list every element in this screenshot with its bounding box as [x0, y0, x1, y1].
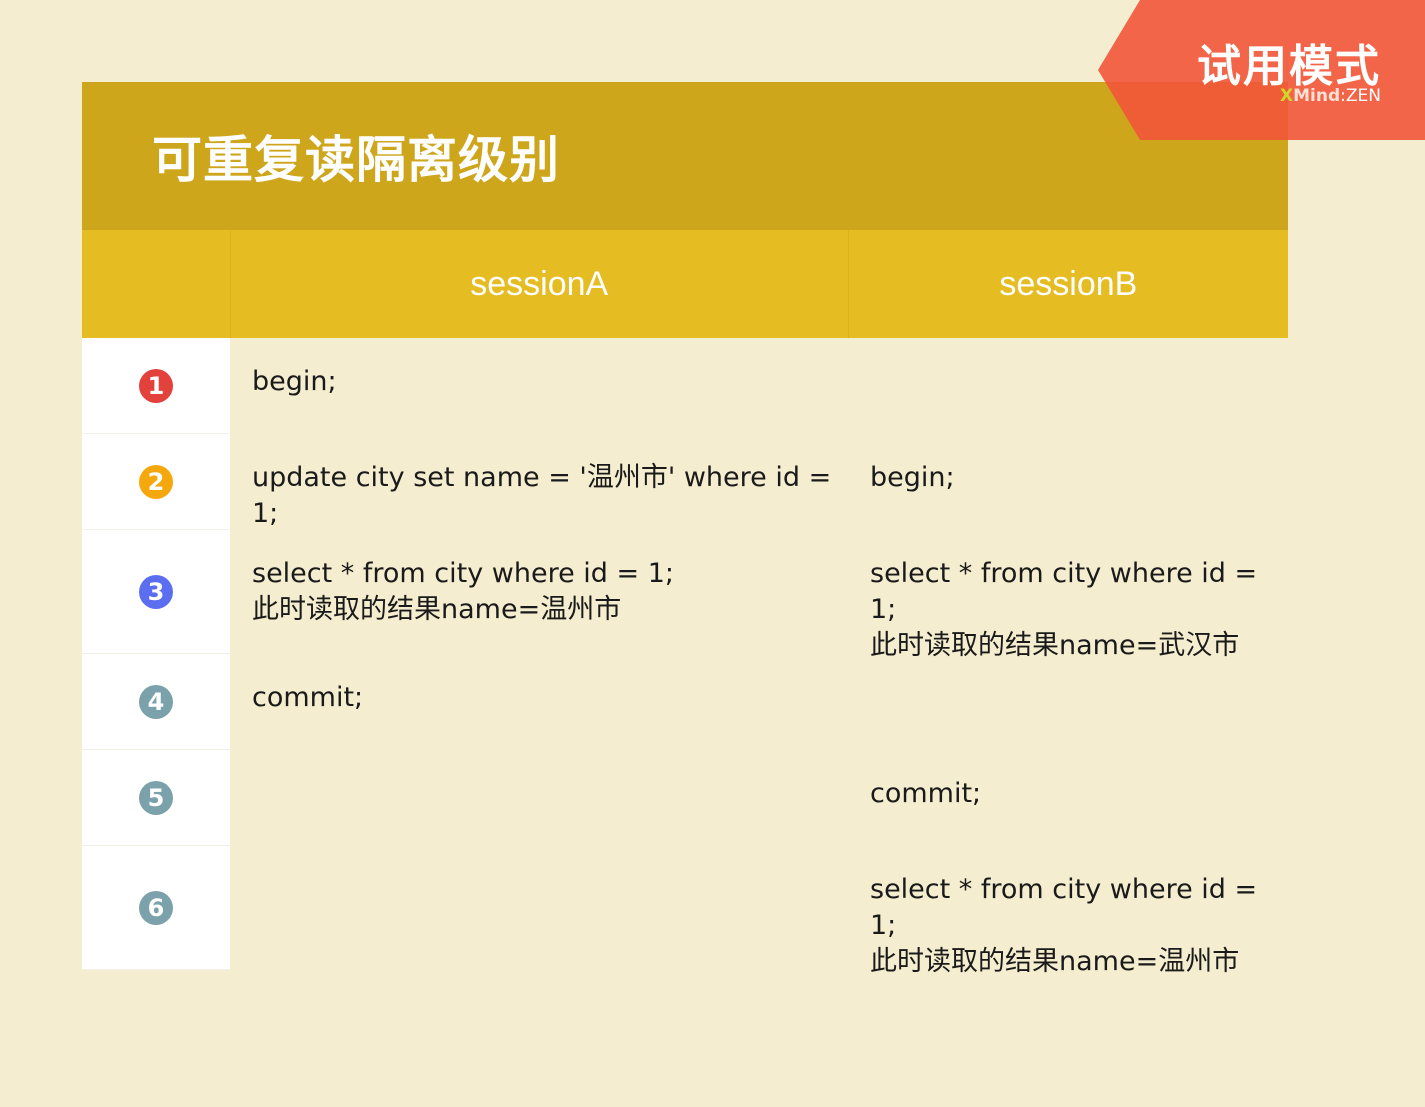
session-a-cell: [230, 846, 848, 970]
step-badge: 1: [139, 368, 173, 403]
session-a-cell: select * from city where id = 1; 此时读取的结果…: [252, 558, 675, 625]
step-cell: 1: [82, 338, 230, 434]
table-row: 5 commit;: [82, 750, 1288, 846]
diagram-frame: 可重复读隔离级别 sessionA sessionB 1 begin; 2 up…: [82, 82, 1288, 977]
step-badge: 3: [139, 574, 173, 609]
table-row: 6 select * from city where id = 1; 此时读取的…: [82, 846, 1288, 977]
table-row: 1 begin;: [82, 338, 1288, 434]
header-step-column: [82, 230, 230, 338]
session-a-cell: [230, 750, 848, 846]
step-badge: 6: [139, 890, 173, 925]
table-row: 4 commit;: [82, 654, 1288, 750]
session-a-cell: begin;: [252, 366, 337, 397]
step-cell: 6: [82, 846, 230, 970]
page-title: 可重复读隔离级别: [152, 131, 560, 189]
xmind-zen-logo: XMind:ZEN: [1280, 86, 1381, 106]
session-b-cell: [848, 654, 1288, 750]
header-session-a: sessionA: [229, 230, 848, 338]
step-cell: 3: [82, 530, 230, 654]
session-b-cell: commit;: [870, 778, 982, 809]
step-badge: 2: [139, 464, 173, 499]
session-b-cell: begin;: [870, 462, 955, 493]
step-cell: 2: [82, 434, 230, 530]
session-b-cell: select * from city where id = 1; 此时读取的结果…: [870, 558, 1258, 661]
table-row: 2 update city set name = '温州市' where id …: [82, 434, 1288, 530]
trial-mode-watermark: 试用模式 XMind:ZEN: [1098, 0, 1425, 140]
header-row: sessionA sessionB: [82, 230, 1288, 338]
session-a-cell: commit;: [252, 682, 364, 713]
step-badge: 5: [139, 780, 173, 815]
step-cell: 5: [82, 750, 230, 846]
session-b-cell: select * from city where id = 1; 此时读取的结果…: [870, 874, 1258, 977]
watermark-label: 试用模式: [1197, 41, 1381, 92]
step-cell: 4: [82, 654, 230, 750]
session-b-cell: [848, 338, 1288, 434]
table-row: 3 select * from city where id = 1; 此时读取的…: [82, 530, 1288, 661]
header-session-b: sessionB: [847, 230, 1288, 338]
step-badge: 4: [139, 684, 173, 719]
session-a-cell: update city set name = '温州市' where id = …: [252, 462, 832, 529]
